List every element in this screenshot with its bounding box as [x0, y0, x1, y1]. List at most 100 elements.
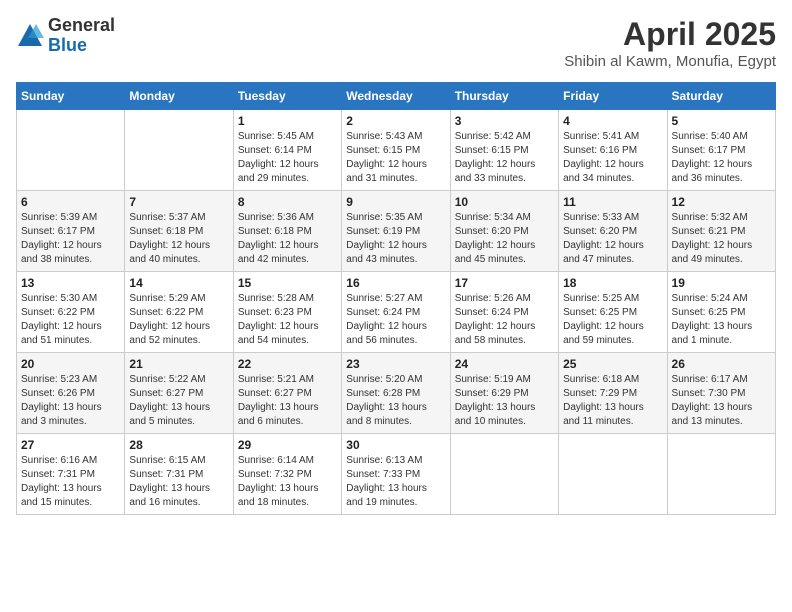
- table-row: [450, 434, 558, 515]
- table-row: 27 Sunrise: 6:16 AMSunset: 7:31 PMDayligh…: [17, 434, 125, 515]
- logo-general: General: [48, 16, 115, 36]
- table-row: 21Sunrise: 5:22 AMSunset: 6:27 PMDayligh…: [125, 353, 233, 434]
- header-sunday: Sunday: [17, 83, 125, 110]
- table-row: 26Sunrise: 6:17 AMSunset: 7:30 PMDayligh…: [667, 353, 775, 434]
- calendar-week-row: 13 Sunrise: 5:30 AMSunset: 6:22 PMDayligh…: [17, 272, 776, 353]
- day-info: Sunrise: 5:30 AMSunset: 6:22 PMDaylight:…: [21, 292, 120, 348]
- table-row: 28 Sunrise: 6:15 AMSunset: 7:31 PMDayligh…: [125, 434, 233, 515]
- table-row: 7 Sunrise: 5:37 AMSunset: 6:18 PMDaylight…: [125, 191, 233, 272]
- day-number: 6: [21, 195, 120, 209]
- day-number: 15: [238, 276, 337, 290]
- table-row: 14 Sunrise: 5:29 AMSunset: 6:22 PMDayligh…: [125, 272, 233, 353]
- table-row: [17, 110, 125, 191]
- day-number: 10: [455, 195, 554, 209]
- day-number: 28: [129, 438, 228, 452]
- day-info: Sunrise: 5:26 AMSunset: 6:24 PMDaylight:…: [455, 292, 554, 348]
- day-number: 11: [563, 195, 662, 209]
- table-row: 2Sunrise: 5:43 AMSunset: 6:15 PMDaylight…: [342, 110, 450, 191]
- table-row: [667, 434, 775, 515]
- day-info: Sunrise: 5:28 AMSunset: 6:23 PMDaylight:…: [238, 292, 337, 348]
- table-row: 13 Sunrise: 5:30 AMSunset: 6:22 PMDayligh…: [17, 272, 125, 353]
- day-info: Sunrise: 5:23 AMSunset: 6:26 PMDaylight:…: [21, 373, 120, 429]
- header-saturday: Saturday: [667, 83, 775, 110]
- table-row: 30 Sunrise: 6:13 AMSunset: 7:33 PMDayligh…: [342, 434, 450, 515]
- calendar-week-row: 20Sunrise: 5:23 AMSunset: 6:26 PMDayligh…: [17, 353, 776, 434]
- day-info: Sunrise: 5:36 AMSunset: 6:18 PMDaylight:…: [238, 211, 337, 267]
- day-info: Sunrise: 5:41 AMSunset: 6:16 PMDaylight:…: [563, 130, 662, 186]
- header-monday: Monday: [125, 83, 233, 110]
- day-number: 26: [672, 357, 771, 371]
- day-number: 27: [21, 438, 120, 452]
- day-number: 13: [21, 276, 120, 290]
- day-info: Sunrise: 5:32 AMSunset: 6:21 PMDaylight:…: [672, 211, 771, 267]
- day-info: Sunrise: 5:19 AMSunset: 6:29 PMDaylight:…: [455, 373, 554, 429]
- day-number: 8: [238, 195, 337, 209]
- day-info: Sunrise: 5:34 AMSunset: 6:20 PMDaylight:…: [455, 211, 554, 267]
- day-info: Sunrise: 5:27 AMSunset: 6:24 PMDaylight:…: [346, 292, 445, 348]
- table-row: 18 Sunrise: 5:25 AMSunset: 6:25 PMDayligh…: [559, 272, 667, 353]
- day-number: 23: [346, 357, 445, 371]
- header-thursday: Thursday: [450, 83, 558, 110]
- day-info: Sunrise: 5:42 AMSunset: 6:15 PMDaylight:…: [455, 130, 554, 186]
- table-row: 15 Sunrise: 5:28 AMSunset: 6:23 PMDayligh…: [233, 272, 341, 353]
- logo-icon: [16, 22, 44, 50]
- day-number: 25: [563, 357, 662, 371]
- location-subtitle: Shibin al Kawm, Monufia, Egypt: [564, 53, 776, 70]
- table-row: 10 Sunrise: 5:34 AMSunset: 6:20 PMDayligh…: [450, 191, 558, 272]
- day-number: 22: [238, 357, 337, 371]
- day-number: 19: [672, 276, 771, 290]
- month-title: April 2025: [564, 16, 776, 53]
- day-info: Sunrise: 6:16 AMSunset: 7:31 PMDaylight:…: [21, 454, 120, 510]
- logo-blue: Blue: [48, 36, 115, 56]
- day-number: 9: [346, 195, 445, 209]
- day-info: Sunrise: 5:37 AMSunset: 6:18 PMDaylight:…: [129, 211, 228, 267]
- header-tuesday: Tuesday: [233, 83, 341, 110]
- table-row: 12 Sunrise: 5:32 AMSunset: 6:21 PMDayligh…: [667, 191, 775, 272]
- title-block: April 2025 Shibin al Kawm, Monufia, Egyp…: [564, 16, 776, 70]
- day-number: 4: [563, 114, 662, 128]
- logo: General Blue: [16, 16, 115, 56]
- calendar-week-row: 1Sunrise: 5:45 AMSunset: 6:14 PMDaylight…: [17, 110, 776, 191]
- logo-text: General Blue: [48, 16, 115, 56]
- table-row: 25Sunrise: 6:18 AMSunset: 7:29 PMDayligh…: [559, 353, 667, 434]
- table-row: 3 Sunrise: 5:42 AMSunset: 6:15 PMDaylight…: [450, 110, 558, 191]
- day-info: Sunrise: 5:25 AMSunset: 6:25 PMDaylight:…: [563, 292, 662, 348]
- day-info: Sunrise: 5:35 AMSunset: 6:19 PMDaylight:…: [346, 211, 445, 267]
- day-info: Sunrise: 6:13 AMSunset: 7:33 PMDaylight:…: [346, 454, 445, 510]
- day-info: Sunrise: 5:24 AMSunset: 6:25 PMDaylight:…: [672, 292, 771, 348]
- table-row: 23 Sunrise: 5:20 AMSunset: 6:28 PMDayligh…: [342, 353, 450, 434]
- day-info: Sunrise: 5:33 AMSunset: 6:20 PMDaylight:…: [563, 211, 662, 267]
- table-row: [125, 110, 233, 191]
- day-number: 24: [455, 357, 554, 371]
- day-number: 3: [455, 114, 554, 128]
- day-number: 2: [346, 114, 445, 128]
- day-number: 12: [672, 195, 771, 209]
- day-number: 14: [129, 276, 228, 290]
- day-number: 5: [672, 114, 771, 128]
- day-info: Sunrise: 5:20 AMSunset: 6:28 PMDaylight:…: [346, 373, 445, 429]
- table-row: 6Sunrise: 5:39 AMSunset: 6:17 PMDaylight…: [17, 191, 125, 272]
- table-row: 20Sunrise: 5:23 AMSunset: 6:26 PMDayligh…: [17, 353, 125, 434]
- day-info: Sunrise: 5:21 AMSunset: 6:27 PMDaylight:…: [238, 373, 337, 429]
- table-row: 11 Sunrise: 5:33 AMSunset: 6:20 PMDayligh…: [559, 191, 667, 272]
- calendar-week-row: 27 Sunrise: 6:16 AMSunset: 7:31 PMDayligh…: [17, 434, 776, 515]
- calendar-table: Sunday Monday Tuesday Wednesday Thursday…: [16, 82, 776, 515]
- table-row: 8 Sunrise: 5:36 AMSunset: 6:18 PMDaylight…: [233, 191, 341, 272]
- table-row: 4 Sunrise: 5:41 AMSunset: 6:16 PMDaylight…: [559, 110, 667, 191]
- day-info: Sunrise: 5:40 AMSunset: 6:17 PMDaylight:…: [672, 130, 771, 186]
- calendar-week-row: 6Sunrise: 5:39 AMSunset: 6:17 PMDaylight…: [17, 191, 776, 272]
- day-info: Sunrise: 6:15 AMSunset: 7:31 PMDaylight:…: [129, 454, 228, 510]
- table-row: 16Sunrise: 5:27 AMSunset: 6:24 PMDayligh…: [342, 272, 450, 353]
- table-row: 17 Sunrise: 5:26 AMSunset: 6:24 PMDayligh…: [450, 272, 558, 353]
- day-number: 30: [346, 438, 445, 452]
- table-row: 9 Sunrise: 5:35 AMSunset: 6:19 PMDaylight…: [342, 191, 450, 272]
- day-number: 18: [563, 276, 662, 290]
- day-info: Sunrise: 5:29 AMSunset: 6:22 PMDaylight:…: [129, 292, 228, 348]
- day-info: Sunrise: 6:14 AMSunset: 7:32 PMDaylight:…: [238, 454, 337, 510]
- header-friday: Friday: [559, 83, 667, 110]
- table-row: 22 Sunrise: 5:21 AMSunset: 6:27 PMDayligh…: [233, 353, 341, 434]
- day-info: Sunrise: 5:22 AMSunset: 6:27 PMDaylight:…: [129, 373, 228, 429]
- day-number: 7: [129, 195, 228, 209]
- day-info: Sunrise: 5:45 AMSunset: 6:14 PMDaylight:…: [238, 130, 337, 186]
- day-number: 17: [455, 276, 554, 290]
